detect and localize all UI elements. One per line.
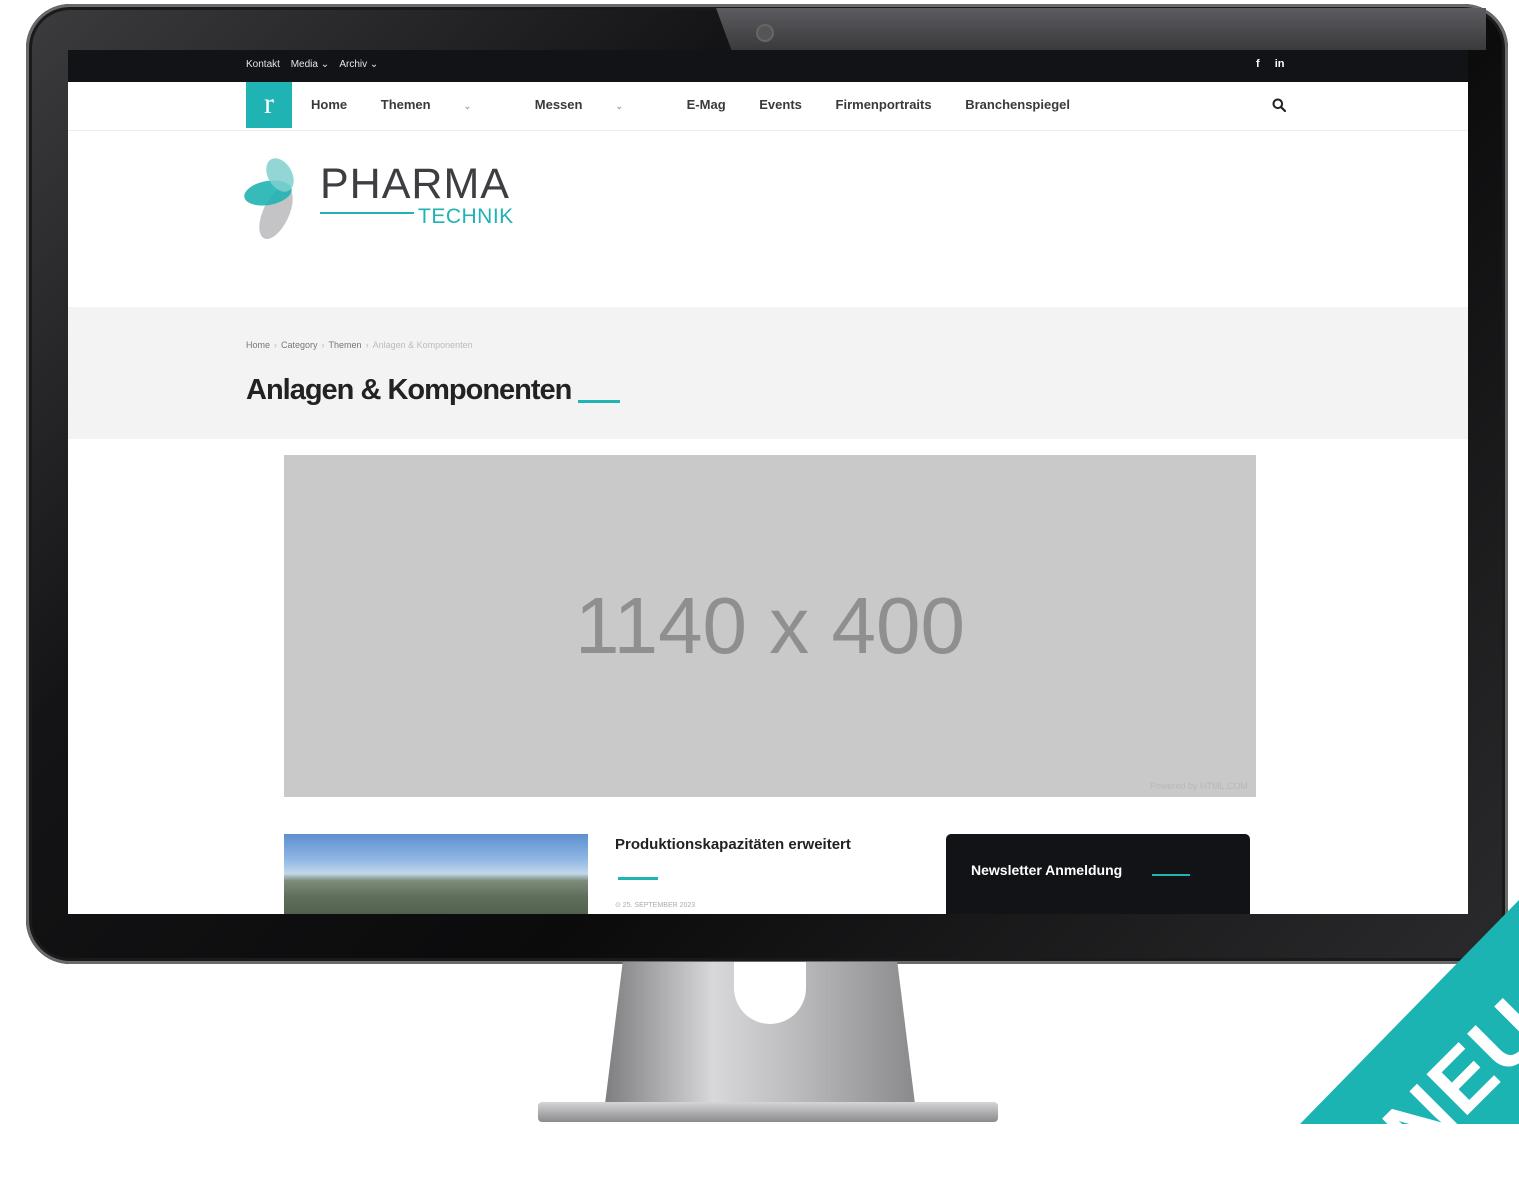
newsletter-underline [1152, 874, 1190, 876]
newsletter-title: Newsletter Anmeldung [971, 862, 1123, 878]
brand-title: PHARMA [320, 160, 510, 208]
nav-item-label: Messen [534, 97, 583, 112]
monitor-glare [716, 8, 1486, 50]
breadcrumb: Home › Category › Themen › Anlagen & Komponent… [246, 340, 473, 350]
chevron-down-icon: ⌄ [615, 101, 624, 111]
chevron-down-icon: ⌄ [463, 101, 472, 111]
newsletter-widget: Newsletter Anmeldung [946, 834, 1250, 914]
brand-header: PHARMA TECHNIK [68, 131, 1468, 307]
camera-icon [758, 26, 772, 40]
nav-item-events[interactable]: Events [759, 97, 802, 112]
nav-logo[interactable]: r [246, 82, 292, 128]
top-link-media[interactable]: Media ⌄ [291, 59, 329, 70]
nav-item-firmenportraits[interactable]: Firmenportraits [836, 97, 932, 112]
nav-item-messen[interactable]: Messen ⌄ [535, 97, 653, 112]
title-underline [578, 400, 620, 403]
brand-subtitle: TECHNIK [418, 205, 514, 228]
search-icon[interactable] [1272, 98, 1286, 112]
main-nav: r Home Themen ⌄ Messen ⌄ E-Mag Events Firm… [68, 82, 1468, 131]
social-links: f in [1256, 58, 1297, 70]
breadcrumb-current: Anlagen & Komponenten [372, 340, 473, 350]
breadcrumb-separator: › [365, 340, 369, 350]
brand-logo-icon[interactable] [244, 153, 300, 243]
nav-item-home[interactable]: Home [311, 97, 347, 112]
screen: Kontakt Media ⌄ Archiv ⌄ f in r Home The… [68, 50, 1468, 914]
post-title[interactable]: Produktionskapazitäten erweitert [615, 836, 851, 853]
post-underline [618, 877, 658, 880]
brand-wordmark[interactable]: PHARMA TECHNIK [320, 160, 513, 228]
breadcrumb-home[interactable]: Home [246, 340, 270, 350]
breadcrumb-separator: › [274, 340, 278, 350]
breadcrumb-separator: › [321, 340, 325, 350]
monitor-base [538, 1102, 998, 1122]
banner-credit: Powered by HTML.COM [1149, 781, 1248, 791]
breadcrumb-category[interactable]: Category [281, 340, 318, 350]
nav-item-emag[interactable]: E-Mag [687, 97, 726, 112]
post-thumbnail[interactable] [284, 834, 588, 914]
page-title: Anlagen & Komponenten [246, 374, 572, 406]
nav-items: Home Themen ⌄ Messen ⌄ E-Mag Events Firmen… [311, 97, 1100, 112]
post-date: ⊙ 25. SEPTEMBER 2023 [615, 902, 696, 909]
ad-banner[interactable]: 1140 x 400 Powered by HTML.COM [284, 455, 1256, 797]
facebook-icon[interactable]: f [1256, 58, 1260, 70]
breadcrumb-themen[interactable]: Themen [329, 340, 362, 350]
linkedin-icon[interactable]: in [1275, 58, 1285, 70]
top-link-kontakt[interactable]: Kontakt [246, 59, 280, 70]
top-bar: Kontakt Media ⌄ Archiv ⌄ f in [68, 50, 1468, 82]
page-header: Home › Category › Themen › Anlagen & Komponent… [68, 307, 1468, 439]
brand-divider [320, 212, 414, 214]
top-link-archiv[interactable]: Archiv ⌄ [339, 59, 378, 70]
top-links: Kontakt Media ⌄ Archiv ⌄ [246, 59, 386, 70]
nav-item-label: Themen [380, 97, 431, 112]
banner-placeholder-text: 1140 x 400 [575, 581, 965, 670]
nav-item-branchenspiegel[interactable]: Branchenspiegel [965, 97, 1070, 112]
nav-item-themen[interactable]: Themen ⌄ [381, 97, 501, 112]
